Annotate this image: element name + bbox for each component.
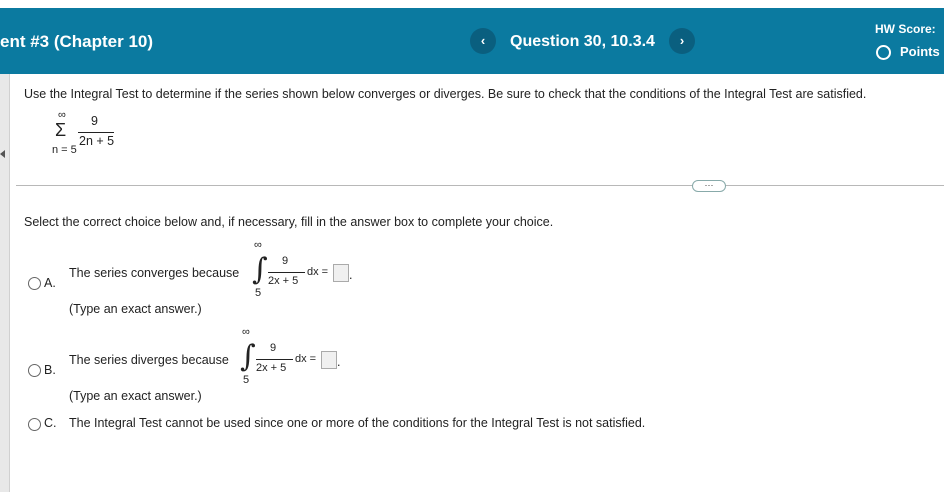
hw-score-label: HW Score: [875, 22, 936, 36]
assignment-title: ent #3 (Chapter 10) [0, 32, 154, 51]
choice-prompt: Select the correct choice below and, if … [24, 215, 554, 229]
points-label: Points [900, 44, 940, 59]
option-a-integral-upper: ∞ [254, 239, 262, 251]
series-lower-limit: n = 5 [52, 144, 77, 156]
divider [16, 185, 944, 186]
series-fraction-bar [78, 132, 114, 133]
option-c-text: The Integral Test cannot be used since o… [69, 416, 646, 430]
top-strip [0, 0, 944, 8]
question-title: Question 30, 10.3.4 [510, 33, 655, 50]
option-b-period: . [337, 355, 341, 369]
option-b-hint: (Type an exact answer.) [69, 389, 202, 403]
option-b-integrand-denominator: 2x + 5 [256, 362, 287, 374]
option-b-integral-sign: ∫ [240, 339, 256, 374]
option-b-letter: B. [44, 363, 56, 377]
option-a-radio[interactable] [28, 277, 41, 290]
option-b-integrand-numerator: 9 [270, 342, 277, 354]
option-b-integral-upper: ∞ [242, 326, 250, 338]
points-radio[interactable] [876, 45, 891, 60]
option-a-integral-sign: ∫ [252, 252, 268, 287]
option-a-hint: (Type an exact answer.) [69, 302, 202, 316]
option-b-dx: dx = [295, 353, 317, 365]
option-b-integral-lower: 5 [243, 374, 250, 386]
option-b-text: The series diverges because [69, 353, 229, 367]
more-button[interactable]: ··· [692, 180, 726, 192]
option-b-fraction-bar [256, 359, 293, 360]
option-a-integral-lower: 5 [255, 287, 262, 299]
option-a-letter: A. [44, 276, 56, 290]
option-a-integrand-numerator: 9 [282, 255, 289, 267]
series-numerator: 9 [91, 114, 98, 128]
series-denominator: 2n + 5 [79, 134, 115, 148]
option-a-answer-box[interactable] [333, 264, 349, 282]
option-a-integrand-denominator: 2x + 5 [268, 275, 299, 287]
left-panel-edge[interactable] [0, 74, 10, 492]
option-a-text: The series converges because [69, 266, 240, 280]
next-question-button[interactable]: › [669, 28, 695, 54]
option-b-answer-box[interactable] [321, 351, 337, 369]
chevron-right-icon: › [679, 33, 685, 48]
option-a-period: . [349, 268, 353, 282]
question-instruction: Use the Integral Test to determine if th… [24, 87, 867, 101]
chevron-left-icon: ‹ [480, 33, 486, 48]
sigma-symbol: Σ [55, 120, 67, 140]
header-bar: ent #3 (Chapter 10) ‹ Question 30, 10.3.… [0, 8, 944, 74]
collapse-arrow-icon[interactable] [0, 150, 5, 158]
previous-question-button[interactable]: ‹ [470, 28, 496, 54]
option-c-letter: C. [44, 416, 57, 430]
option-a-fraction-bar [268, 272, 305, 273]
option-b-radio[interactable] [28, 364, 41, 377]
option-a-dx: dx = [307, 266, 329, 278]
option-c-radio[interactable] [28, 418, 41, 431]
